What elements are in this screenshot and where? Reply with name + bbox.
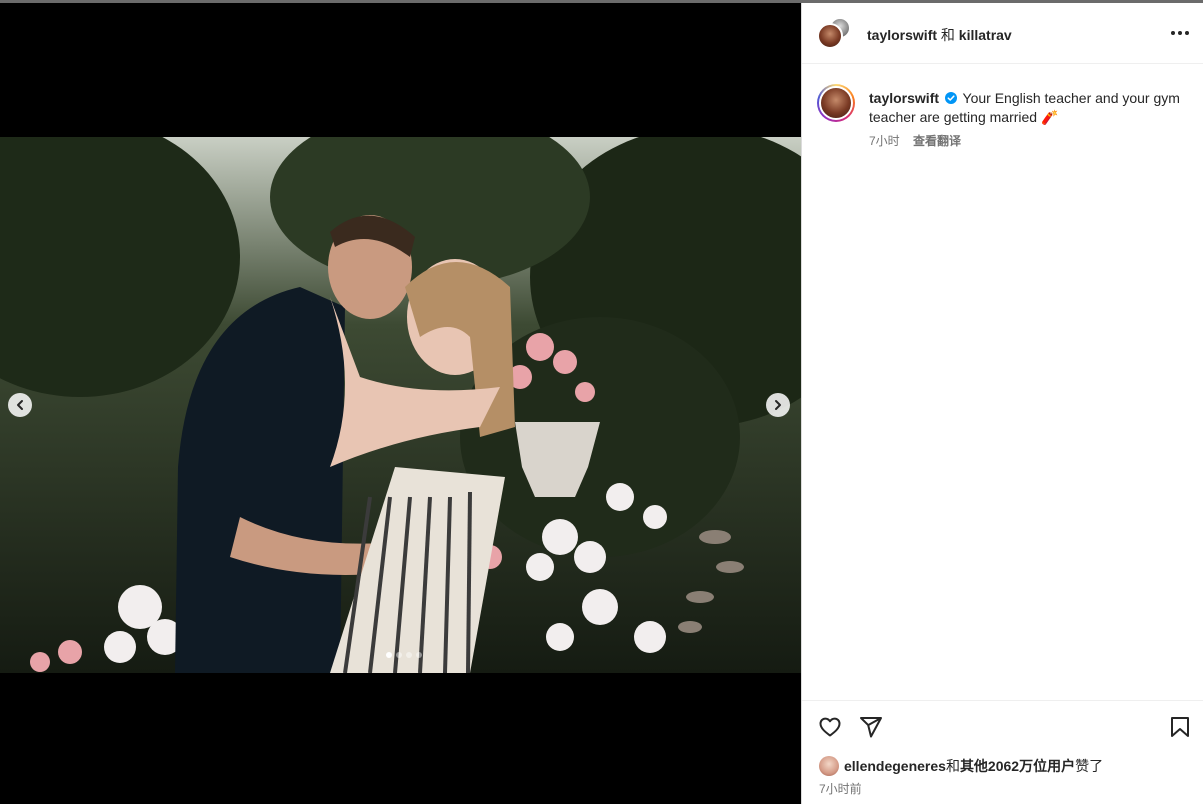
verified-badge-icon	[944, 92, 957, 104]
post-photo	[0, 137, 801, 673]
collab-avatars[interactable]	[817, 17, 853, 53]
share-button[interactable]	[859, 715, 883, 739]
more-options-icon[interactable]	[1168, 23, 1192, 43]
heart-icon	[819, 717, 841, 737]
slide-dot	[416, 652, 422, 658]
likes-summary[interactable]: ellendegeneres 和 其他2062万位用户 赞了	[819, 755, 1103, 777]
author-username[interactable]: taylorswift	[867, 27, 937, 43]
see-translation-link[interactable]: 查看翻译	[913, 134, 961, 148]
slide-indicator	[386, 652, 422, 658]
photo-illustration	[0, 137, 801, 673]
caption-username[interactable]: taylorswift	[869, 90, 939, 106]
save-button[interactable]	[1168, 715, 1192, 739]
caption-body: taylorswift Your English teacher and you…	[869, 89, 1189, 127]
like-button[interactable]	[818, 715, 842, 739]
liker-avatar	[819, 756, 839, 776]
post-caption: taylorswift Your English teacher and you…	[802, 64, 1203, 148]
slide-dot	[406, 652, 412, 658]
post-side-panel: taylorswift 和 killatrav taylorswift Your…	[801, 3, 1203, 804]
caption-time: 7小时	[869, 134, 900, 148]
author-avatar	[817, 23, 843, 49]
next-slide-button[interactable]	[766, 393, 790, 417]
caption-avatar[interactable]	[817, 84, 855, 122]
likes-joiner: 和	[945, 758, 960, 774]
caption-meta: 7小时 查看翻译	[869, 132, 961, 149]
post-timestamp[interactable]: 7小时前	[819, 780, 862, 797]
slide-dot	[396, 652, 402, 658]
post-media	[0, 3, 801, 804]
previous-slide-button[interactable]	[8, 393, 32, 417]
slide-dot	[386, 652, 392, 658]
likes-suffix: 赞了	[1075, 758, 1104, 774]
chevron-right-icon	[775, 400, 781, 410]
header-usernames: taylorswift 和 killatrav	[867, 25, 1012, 45]
conjunction-text: 和	[940, 27, 955, 43]
chevron-left-icon	[17, 400, 23, 410]
bookmark-icon	[1171, 717, 1189, 737]
liker-username[interactable]: ellendegeneres	[844, 758, 946, 774]
actions-divider	[802, 700, 1203, 701]
likes-others-count[interactable]: 其他2062万位用户	[960, 756, 1075, 776]
coauthor-username[interactable]: killatrav	[959, 27, 1012, 43]
paper-plane-icon	[860, 717, 882, 738]
post-header: taylorswift 和 killatrav	[802, 3, 1203, 64]
